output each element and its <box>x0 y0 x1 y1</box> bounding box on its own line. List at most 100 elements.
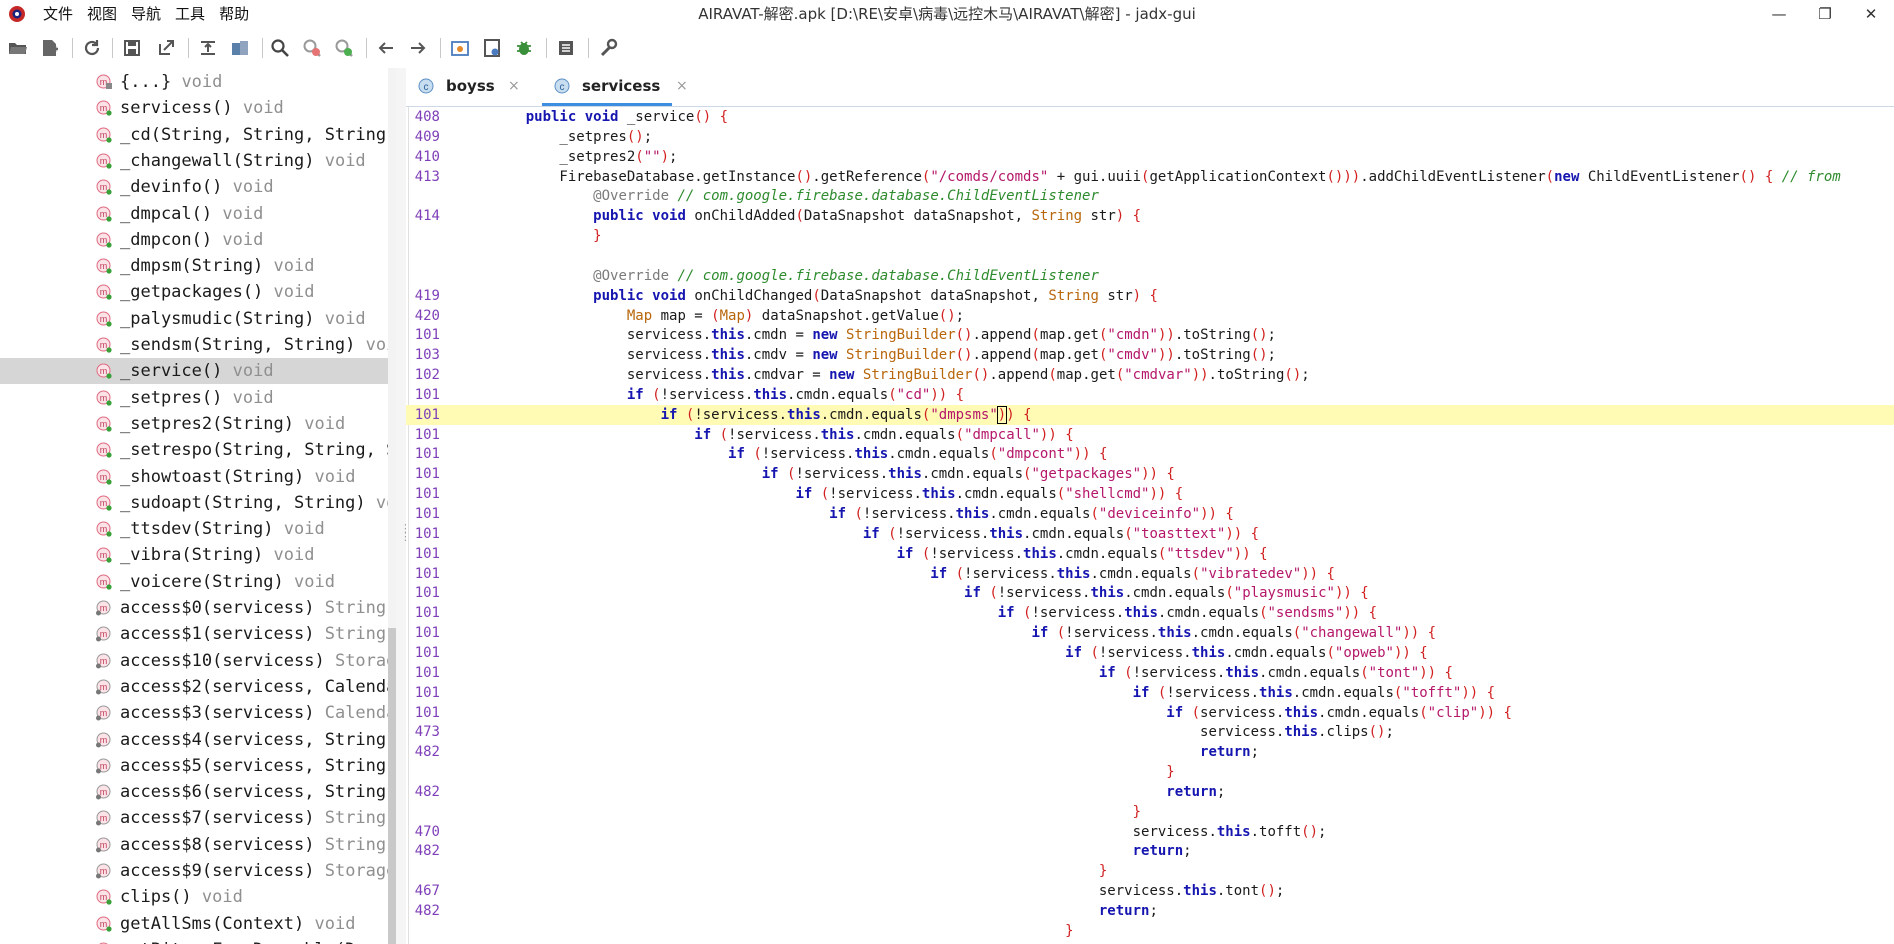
tree-item[interactable]: m _dmpsm(String) void <box>0 253 388 279</box>
back-icon[interactable] <box>374 36 398 60</box>
add-file-icon[interactable] <box>38 36 62 60</box>
code-line[interactable]: 482 return; <box>406 782 1894 802</box>
tree-item[interactable]: m servicess() void <box>0 95 388 121</box>
code-line[interactable]: 101 if (!servicess.this.cmdn.equals("dmp… <box>406 444 1894 464</box>
tab-servicess[interactable]: c servicess × <box>542 68 688 106</box>
code-line[interactable]: 101 if (!servicess.this.cmdn.equals("toa… <box>406 524 1894 544</box>
tree-item[interactable]: m _dmpcon() void <box>0 227 388 253</box>
tree-item[interactable]: m getAllSms(Context) void <box>0 911 388 937</box>
tree-item[interactable]: m access$8(servicess) String <box>0 832 388 858</box>
code-line[interactable]: 470 servicess.this.tofft(); <box>406 822 1894 842</box>
restore-button[interactable]: ❐ <box>1802 0 1848 28</box>
minimize-button[interactable]: — <box>1756 0 1802 28</box>
tree-item[interactable]: m _setpres2(String) void <box>0 411 388 437</box>
code-line[interactable]: 101 if (!servicess.this.cmdn.equals("opw… <box>406 643 1894 663</box>
deobf-icon[interactable] <box>228 36 252 60</box>
menu-help[interactable]: 帮助 <box>212 0 256 28</box>
menu-view[interactable]: 视图 <box>80 0 124 28</box>
code-line[interactable]: @Override // com.google.firebase.databas… <box>406 266 1894 286</box>
bug-icon[interactable] <box>512 36 536 60</box>
tree-item[interactable]: m _cd(String, String, String) <box>0 122 396 148</box>
bookmark-icon[interactable] <box>480 36 504 60</box>
tab-close-icon[interactable]: × <box>676 68 688 104</box>
tree-item[interactable]: m access$9(servicess) Storage <box>0 858 396 884</box>
code-line[interactable]: 467 servicess.this.tont(); <box>406 881 1894 901</box>
tree-item[interactable]: m access$3(servicess) Calenda <box>0 700 396 726</box>
code-line[interactable]: 473 servicess.this.clips(); <box>406 722 1894 742</box>
code-line[interactable]: } <box>406 802 1894 822</box>
code-line[interactable]: 410 _setpres2(""); <box>406 147 1894 167</box>
code-line[interactable]: 101 if (!servicess.this.cmdn.equals("ton… <box>406 663 1894 683</box>
code-editor[interactable]: 408 public void _service() {409 _setpres… <box>406 107 1894 944</box>
code-line[interactable]: 482 return; <box>406 841 1894 861</box>
tree-item[interactable]: m clips() void <box>0 884 388 910</box>
sidebar-scrollbar-thumb[interactable] <box>388 628 396 944</box>
tree-item[interactable]: m _service() void <box>0 358 388 385</box>
code-line[interactable] <box>406 246 1894 266</box>
forward-icon[interactable] <box>406 36 430 60</box>
tree-item[interactable]: m _showtoast(String) void <box>0 464 388 490</box>
tree-item[interactable]: m {...} void <box>0 69 388 95</box>
tree-item[interactable]: m _sudoapt(String, String) vo <box>0 490 396 516</box>
code-line[interactable]: 101 if (!servicess.this.cmdn.equals("cha… <box>406 623 1894 643</box>
tab-close-icon[interactable]: × <box>508 68 520 104</box>
code-line[interactable]: } <box>406 762 1894 782</box>
code-line[interactable]: 101 if (!servicess.this.cmdn.equals("pla… <box>406 583 1894 603</box>
code-line[interactable]: } <box>406 861 1894 881</box>
code-line[interactable]: 101 if (servicess.this.cmdn.equals("clip… <box>406 703 1894 723</box>
code-line[interactable]: 409 _setpres(); <box>406 127 1894 147</box>
tree-item[interactable]: m _voicere(String) void <box>0 569 388 595</box>
code-line[interactable]: 101 if (!servicess.this.cmdn.equals("vib… <box>406 564 1894 584</box>
code-line[interactable]: 482 return; <box>406 742 1894 762</box>
code-line[interactable]: 413 FirebaseDatabase.getInstance().getRe… <box>406 167 1894 187</box>
tree-item[interactable]: m access$6(servicess, String) <box>0 779 396 805</box>
tree-item[interactable]: m _setrespo(String, String, S <box>0 437 396 463</box>
open-folder-icon[interactable] <box>6 36 30 60</box>
code-line[interactable]: } <box>406 921 1894 941</box>
code-line[interactable]: 101 if (!servicess.this.cmdn.equals("cd"… <box>406 385 1894 405</box>
tab-boyss[interactable]: c boyss × <box>406 68 520 106</box>
code-line[interactable]: 102 servicess.this.cmdvar = new StringBu… <box>406 365 1894 385</box>
menu-file[interactable]: 文件 <box>36 0 80 28</box>
code-line[interactable]: 101 if (!servicess.this.cmdn.equals("she… <box>406 484 1894 504</box>
tree-item[interactable]: m access$10(servicess) Storag <box>0 648 396 674</box>
find-usage-icon[interactable] <box>332 36 356 60</box>
tree-item[interactable]: m _changewall(String) void <box>0 148 388 174</box>
code-line-current[interactable]: 101 if (!servicess.this.cmdn.equals("dmp… <box>406 404 1894 425</box>
code-line[interactable]: 419 public void onChildChanged(DataSnaps… <box>406 286 1894 306</box>
close-button[interactable]: ✕ <box>1848 0 1894 28</box>
tree-item[interactable]: mgetBitmapFromDrawable(Drawa <box>0 937 396 944</box>
tree-item[interactable]: m _setpres() void <box>0 385 388 411</box>
code-line[interactable]: 101 if (!servicess.this.cmdn.equals("get… <box>406 464 1894 484</box>
tree-item[interactable]: m _dmpcal() void <box>0 201 388 227</box>
code-line[interactable]: } <box>406 226 1894 246</box>
refresh-icon[interactable] <box>80 36 104 60</box>
code-line[interactable]: 101 if (!servicess.this.cmdn.equals("tts… <box>406 544 1894 564</box>
log-icon[interactable] <box>554 36 578 60</box>
tree-item[interactable]: m _getpackages() void <box>0 279 388 305</box>
find-class-icon[interactable] <box>300 36 324 60</box>
code-line[interactable]: 101 servicess.this.cmdn = new StringBuil… <box>406 325 1894 345</box>
split-pane-divider[interactable] <box>396 68 406 944</box>
menu-tools[interactable]: 工具 <box>168 0 212 28</box>
save-icon[interactable] <box>120 36 144 60</box>
code-line[interactable]: 101 if (!servicess.this.cmdn.equals("dev… <box>406 504 1894 524</box>
tree-item[interactable]: m _vibra(String) void <box>0 542 388 568</box>
code-line[interactable]: 101 if (!servicess.this.cmdn.equals("sen… <box>406 603 1894 623</box>
code-line[interactable]: 103 servicess.this.cmdv = new StringBuil… <box>406 345 1894 365</box>
tree-item[interactable]: m access$7(servicess) String <box>0 805 388 831</box>
code-line[interactable]: 101 if (!servicess.this.cmdn.equals("dmp… <box>406 425 1894 445</box>
export-icon[interactable] <box>154 36 178 60</box>
tree-item[interactable]: m _ttsdev(String) void <box>0 516 388 542</box>
tree-item[interactable]: m access$5(servicess, String) <box>0 753 396 779</box>
code-line[interactable]: 420 Map map = (Map) dataSnapshot.getValu… <box>406 306 1894 326</box>
tree-item[interactable]: m access$2(servicess, Calenda <box>0 674 396 700</box>
code-line[interactable]: @Override // com.google.firebase.databas… <box>406 186 1894 206</box>
tree-item[interactable]: m access$0(servicess) String <box>0 595 388 621</box>
menu-navigation[interactable]: 导航 <box>124 0 168 28</box>
tree-item[interactable]: m access$1(servicess) String <box>0 621 388 647</box>
code-line[interactable]: 101 if (!servicess.this.cmdn.equals("tof… <box>406 683 1894 703</box>
tree-item[interactable]: m _devinfo() void <box>0 174 388 200</box>
decompile-icon[interactable] <box>448 36 472 60</box>
class-tree[interactable]: m {...} void m servicess() void m _cd(String,… <box>0 68 397 944</box>
